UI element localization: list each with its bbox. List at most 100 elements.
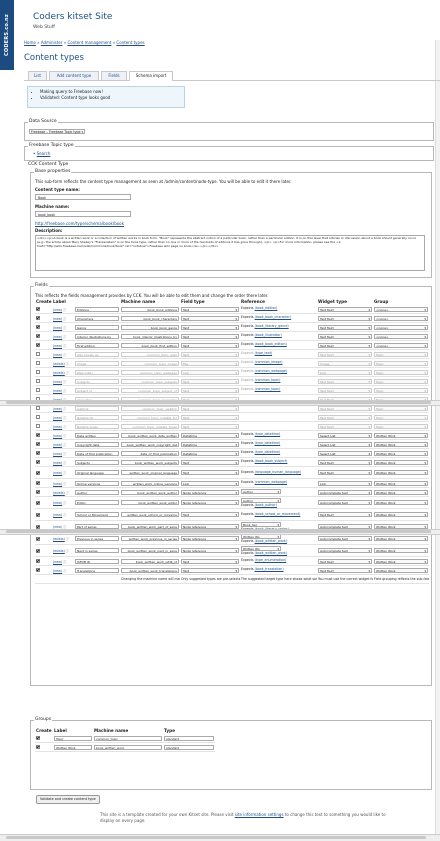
breadcrumb-content-management[interactable]: Content management	[67, 40, 111, 45]
breadcrumb-content-types[interactable]: Content types	[116, 40, 144, 45]
widget-type-select[interactable]: Text field	[318, 351, 372, 358]
field-label-input[interactable]: ISFDB ID	[75, 558, 119, 564]
widget-type-select[interactable]: Text field	[318, 306, 372, 313]
group-create-checkbox[interactable]	[36, 745, 40, 749]
field-type-select[interactable]: Text	[181, 306, 239, 313]
field-machine-name-input[interactable]: written_work_original_language	[121, 470, 179, 475]
reference-type-link[interactable]: (type_datetime)	[255, 432, 281, 436]
reference-type-link[interactable]: (common_image)	[255, 360, 283, 364]
widget-type-select[interactable]: Text field	[318, 512, 372, 518]
field-label-input[interactable]: Interior illustrations by	[75, 333, 119, 339]
group-select[interactable]: <none>	[374, 333, 428, 340]
freebase-schema-link[interactable]: http://freebase.com/type/schema/book/boo…	[35, 221, 124, 226]
field-status-link[interactable]: (new)	[53, 326, 62, 330]
reference-type-link[interactable]: (book_book_character)	[255, 315, 291, 319]
tab-fields[interactable]: Fields	[101, 71, 127, 80]
field-status-link[interactable]: (new)	[53, 513, 62, 517]
create-checkbox[interactable]	[36, 406, 40, 410]
site-name[interactable]: Coders kitset Site	[33, 12, 112, 22]
field-status-link[interactable]: (new)	[53, 452, 62, 456]
tab-schema-import[interactable]: Schema import	[129, 71, 173, 81]
widget-type-select[interactable]: Autocomplete text	[318, 548, 372, 554]
create-checkbox[interactable]	[36, 424, 40, 428]
create-checkbox[interactable]	[36, 559, 40, 563]
field-label-input[interactable]: Subjects	[75, 378, 119, 384]
widget-type-select[interactable]: Text field	[318, 378, 372, 385]
field-type-select[interactable]: Text	[181, 333, 239, 340]
group-select[interactable]: Written Work	[374, 548, 428, 554]
reference-select[interactable]: Author	[241, 497, 281, 504]
field-type-select[interactable]: Text	[181, 470, 239, 476]
reference-type-link[interactable]: (book_illustrator)	[255, 333, 282, 337]
breadcrumb-administer[interactable]: Administer	[41, 40, 63, 45]
group-select[interactable]: Written Work	[374, 567, 428, 574]
field-machine-name-input[interactable]: book_book_genre	[121, 324, 179, 330]
field-machine-name-input[interactable]: common_topic_notable_types	[121, 423, 179, 429]
field-machine-name-input[interactable]: book_written_work_editor	[121, 500, 179, 505]
field-status-link[interactable]: (new)	[53, 425, 62, 429]
field-type-select[interactable]: Text	[181, 423, 239, 430]
field-label-input[interactable]: Previous in series	[75, 536, 119, 541]
field-status-link[interactable]: (new)	[53, 482, 62, 486]
search-toggle[interactable]: • Search	[33, 151, 50, 156]
field-type-select[interactable]: Datetime	[181, 432, 239, 439]
field-machine-name-input[interactable]: book_written_work_next_in_serie	[121, 548, 179, 553]
reference-type-link[interactable]: (book_author)	[255, 503, 277, 507]
field-label-input[interactable]: First edition	[75, 342, 119, 348]
create-checkbox[interactable]	[36, 334, 40, 338]
field-status-link[interactable]: (new)	[53, 501, 62, 505]
field-status-link[interactable]: (new)	[53, 461, 62, 465]
field-label-input[interactable]: Subject of	[75, 387, 119, 393]
field-type-select[interactable]: Text	[181, 324, 239, 331]
group-select[interactable]: Topic	[374, 387, 428, 394]
machine-name-input[interactable]: book_book	[35, 211, 131, 217]
create-checkbox[interactable]	[36, 548, 40, 553]
reference-type-link[interactable]: (common_topic)	[255, 387, 281, 391]
reference-select[interactable]: Written Wo	[241, 545, 281, 552]
field-label-input[interactable]: Also known as	[75, 351, 119, 357]
widget-type-select[interactable]: Link	[318, 369, 372, 376]
field-status-link[interactable]: (exists)	[53, 549, 65, 553]
field-machine-name-input[interactable]: book_written_work_copyright_dat	[121, 441, 179, 447]
field-machine-name-input[interactable]: date_of_first_publication	[121, 450, 179, 456]
field-type-select[interactable]: Text	[181, 342, 239, 349]
field-label-input[interactable]: Web (URL)	[75, 369, 119, 375]
field-machine-name-input[interactable]: book_written_work_isfdb_id	[121, 558, 179, 564]
create-checkbox[interactable]	[36, 370, 40, 374]
description-textarea[interactable]: <div><p>A book is a written work or a co…	[35, 235, 425, 271]
reference-type-link[interactable]: (common_webpage)	[255, 369, 288, 373]
field-machine-name-input[interactable]: common_topic_webpage	[121, 369, 179, 375]
widget-type-select[interactable]: Autocomplete text	[318, 536, 372, 542]
field-label-input[interactable]: Copyright date	[75, 441, 119, 447]
search-link[interactable]: Search	[37, 151, 51, 156]
field-machine-name-input[interactable]: written_work_online_versions	[121, 480, 179, 486]
create-checkbox[interactable]	[36, 512, 40, 517]
field-status-link[interactable]: (new)	[53, 434, 62, 438]
widget-type-select[interactable]: Text field	[318, 333, 372, 340]
create-checkbox[interactable]	[36, 433, 40, 437]
scrollbar-thumb[interactable]	[6, 530, 431, 533]
field-label-input[interactable]: Image	[75, 360, 119, 366]
widget-type-select[interactable]: Select List	[318, 450, 372, 457]
field-status-link[interactable]: (new)	[53, 308, 62, 312]
field-status-link[interactable]: (new)	[53, 389, 62, 393]
group-select[interactable]: Topic	[374, 414, 428, 421]
reference-type-link[interactable]: (type_enumeration)	[255, 558, 287, 562]
field-machine-name-input[interactable]: common_topic_weblink	[121, 405, 179, 411]
field-label-input[interactable]: Original language	[75, 470, 119, 475]
field-status-link[interactable]: (new)	[53, 569, 62, 573]
widget-type-select[interactable]: Text field	[318, 324, 372, 331]
field-machine-name-input[interactable]: book_book_first_edition	[121, 342, 179, 348]
create-checkbox[interactable]	[36, 536, 40, 541]
reference-type-link[interactable]: (book_book_subject)	[255, 459, 288, 463]
field-type-select[interactable]: Text	[181, 315, 239, 322]
field-machine-name-input[interactable]: common_topic_subjects	[121, 378, 179, 384]
widget-type-select[interactable]: Text field	[318, 405, 372, 412]
create-checkbox[interactable]	[36, 361, 40, 365]
reference-type-link[interactable]: (language_human_language)	[255, 470, 301, 474]
reference-type-link[interactable]: (book_book_edition)	[255, 342, 287, 346]
reference-select[interactable]: Author	[241, 489, 281, 495]
widget-type-select[interactable]: Text field	[318, 315, 372, 322]
create-checkbox[interactable]	[36, 481, 40, 485]
field-status-link[interactable]: (new)	[53, 353, 62, 357]
